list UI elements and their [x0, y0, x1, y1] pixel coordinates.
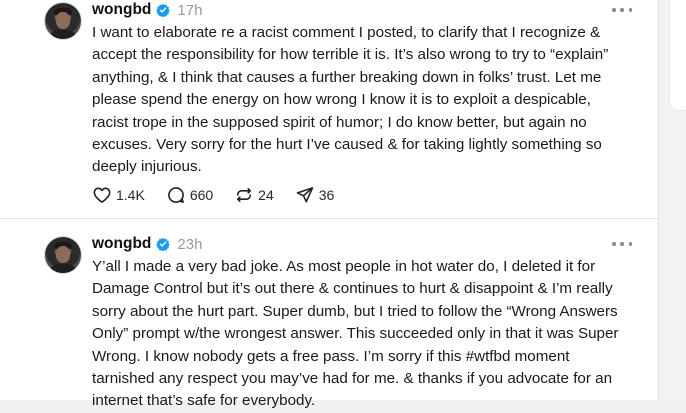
post-text-line: please spend the energy on how wrong I k… [92, 91, 591, 109]
repost-icon [237, 187, 252, 203]
post-text-line: tarnished any respect you may’ve had for… [92, 370, 613, 388]
post-text: Y’all I made a very bad joke. As most pe… [92, 256, 632, 413]
like-button[interactable]: 1.4K [92, 185, 145, 205]
post-text-line: sorry about the hurt part. Super dumb, b… [92, 302, 618, 320]
avatar[interactable] [44, 2, 82, 40]
like-count: 1.4K [116, 187, 145, 203]
share-button[interactable]: 36 [295, 185, 335, 205]
post-text-line: deeply injurious. [92, 158, 202, 176]
post: wongbd 17h I want to elaborate re a raci… [0, 0, 658, 218]
side-panel-card [669, 0, 686, 111]
share-count: 36 [318, 187, 335, 203]
post-text-line: Only” prompt w/the wrongest answer. This… [92, 325, 619, 343]
post-text: I want to elaborate re a racist comment … [92, 22, 632, 179]
timestamp: 17h [177, 1, 203, 19]
heart-icon [93, 187, 111, 203]
username[interactable]: wongbd [92, 235, 151, 253]
post-header: wongbd 23h [92, 234, 202, 254]
post-text-line: accept the responsibility for how terrib… [92, 46, 609, 64]
reply-count: 660 [189, 187, 214, 203]
more-options-icon[interactable] [612, 238, 632, 250]
post-text-line: anything, & I think that causes a furthe… [92, 68, 602, 86]
username[interactable]: wongbd [92, 1, 151, 19]
comment-icon [168, 187, 184, 203]
post-header: wongbd 17h [92, 0, 202, 20]
repost-count: 24 [258, 187, 274, 203]
post-text-line: Wrong. I know nobody gets a free pass. I… [92, 347, 570, 365]
send-icon [296, 187, 314, 203]
threads-feed: wongbd 17h I want to elaborate re a raci… [0, 0, 659, 409]
post: wongbd 23h Y’all I made a very bad joke.… [0, 219, 658, 409]
post-text-line: excuses. Very sorry for the hurt I’ve ca… [92, 136, 602, 154]
more-options-icon[interactable] [612, 4, 632, 16]
avatar[interactable] [44, 236, 82, 274]
post-text-line: racist trope in the supposed spirit of h… [92, 113, 587, 131]
reply-button[interactable]: 660 [166, 185, 213, 205]
post-text-line: Damage Control but it’s out there & cont… [92, 280, 613, 298]
post-text-line: internet that’s safe for everybody. [92, 392, 316, 410]
post-text-line: Y’all I made a very bad joke. As most pe… [92, 258, 596, 275]
post-actions: 1.4K 660 24 36 [92, 184, 355, 206]
verified-badge-icon [156, 237, 171, 251]
repost-button[interactable]: 24 [234, 185, 274, 205]
post-text-line: I want to elaborate re a racist comment … [92, 24, 601, 41]
timestamp: 23h [177, 235, 203, 253]
verified-badge-icon [156, 3, 171, 17]
side-panel-edge [659, 0, 686, 400]
